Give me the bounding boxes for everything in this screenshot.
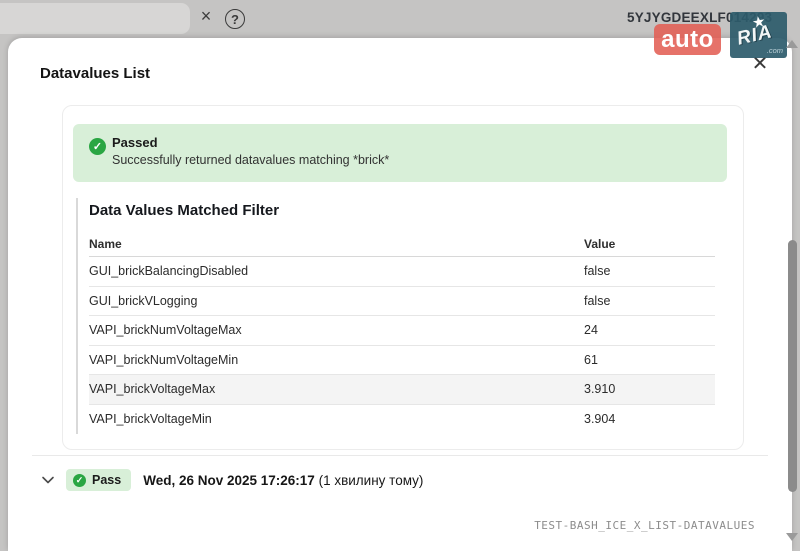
datavalues-modal: Datavalues List ✕ ✓ Passed Successfully … <box>8 38 792 551</box>
browser-tab[interactable] <box>0 3 190 34</box>
scrollbar-up-arrow[interactable] <box>786 40 798 48</box>
chevron-down-icon[interactable] <box>40 473 56 487</box>
run-history-row[interactable]: ✓ Pass Wed, 26 Nov 2025 17:26:17 (1 хвил… <box>40 468 423 492</box>
cell-value: 24 <box>584 323 715 337</box>
scrollbar-thumb[interactable] <box>788 240 797 492</box>
cell-value: false <box>584 294 715 308</box>
pass-badge-label: Pass <box>92 473 121 487</box>
tab-close-icon[interactable]: × <box>196 6 216 27</box>
cell-name: VAPI_brickNumVoltageMax <box>89 323 584 337</box>
passed-status-message: Successfully returned datavalues matchin… <box>112 153 389 167</box>
passed-status-label: Passed <box>112 135 158 150</box>
cell-value: 61 <box>584 353 715 367</box>
footer-divider <box>32 455 768 456</box>
column-header-name: Name <box>89 237 584 251</box>
cell-name: VAPI_brickVoltageMin <box>89 412 584 426</box>
scrollbar-down-arrow[interactable] <box>786 533 798 541</box>
table-row[interactable]: VAPI_brickVoltageMin 3.904 <box>89 405 715 435</box>
cell-value: false <box>584 264 715 278</box>
column-header-value: Value <box>584 237 715 251</box>
table-header-row: Name Value <box>89 231 715 257</box>
ria-watermark-logo: ★ RIA .com <box>730 12 787 58</box>
cell-name: VAPI_brickVoltageMax <box>89 382 584 396</box>
cell-name: VAPI_brickNumVoltageMin <box>89 353 584 367</box>
check-circle-icon: ✓ <box>89 138 106 155</box>
section-heading: Data Values Matched Filter <box>89 202 743 219</box>
help-icon[interactable]: ? <box>225 9 245 29</box>
pass-status-badge[interactable]: ✓ Pass <box>66 469 131 491</box>
auto-watermark-logo: auto <box>654 24 721 55</box>
table-row[interactable]: GUI_brickVLogging false <box>89 287 715 317</box>
cell-name: GUI_brickBalancingDisabled <box>89 264 584 278</box>
modal-title: Datavalues List <box>40 65 150 82</box>
run-timestamp: Wed, 26 Nov 2025 17:26:17 (1 хвилину том… <box>143 473 423 488</box>
test-identifier: TEST-BASH_ICE_X_LIST-DATAVALUES <box>534 519 755 532</box>
test-result-card: ✓ Passed Successfully returned datavalue… <box>62 105 744 450</box>
run-relative-time: (1 хвилину тому) <box>319 473 424 488</box>
check-circle-icon: ✓ <box>73 474 86 487</box>
cell-value: 3.904 <box>584 412 715 426</box>
table-row[interactable]: VAPI_brickVoltageMax 3.910 <box>89 375 715 405</box>
table-row[interactable]: GUI_brickBalancingDisabled false <box>89 257 715 287</box>
cell-value: 3.910 <box>584 382 715 396</box>
ria-watermark-domain: .com <box>767 46 783 55</box>
passed-banner: ✓ Passed Successfully returned datavalue… <box>73 124 727 182</box>
run-datetime: Wed, 26 Nov 2025 17:26:17 <box>143 473 315 488</box>
datavalues-table: Name Value GUI_brickBalancingDisabled fa… <box>89 231 715 434</box>
table-row[interactable]: VAPI_brickNumVoltageMin 61 <box>89 346 715 376</box>
matched-filter-section: Data Values Matched Filter Name Value GU… <box>76 198 743 434</box>
cell-name: GUI_brickVLogging <box>89 294 584 308</box>
table-row[interactable]: VAPI_brickNumVoltageMax 24 <box>89 316 715 346</box>
